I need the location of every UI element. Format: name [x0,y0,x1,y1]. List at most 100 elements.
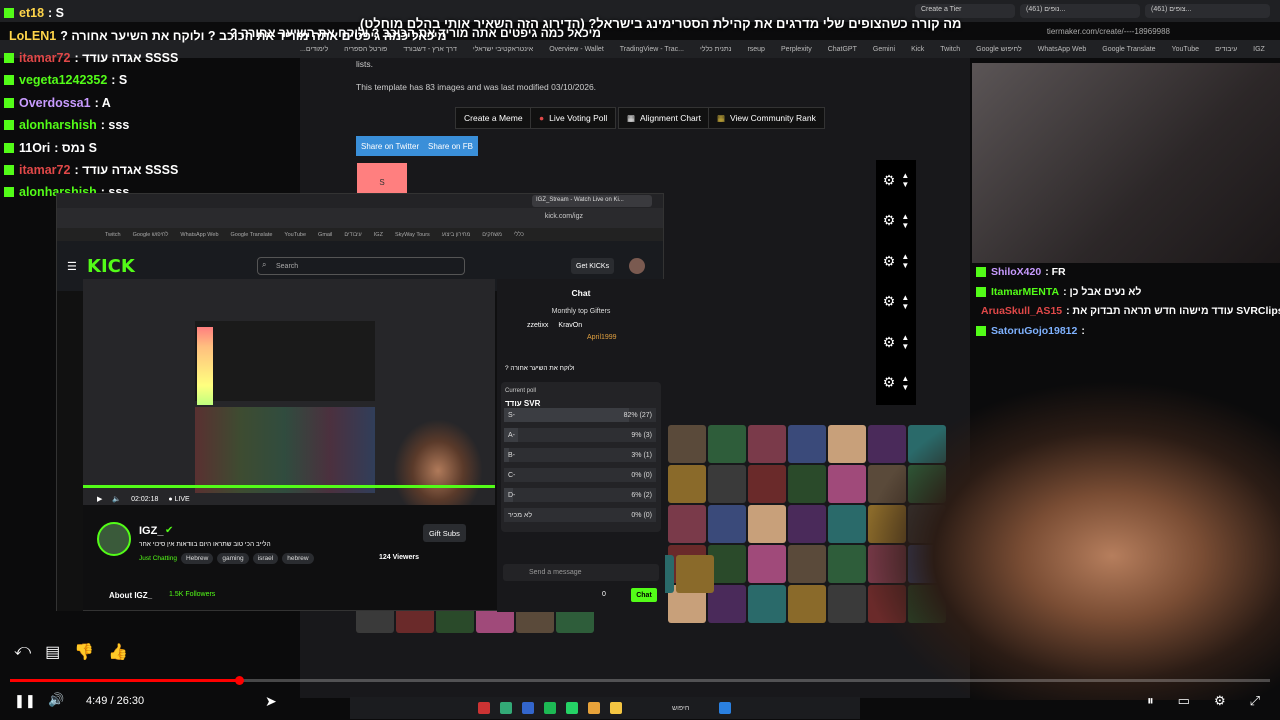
chat-username[interactable]: LoLEN1 [9,29,56,43]
bookmark-item[interactable]: מחירון ביצוע [442,232,471,238]
yt-scrubber[interactable] [235,676,245,685]
volume-icon[interactable]: 🔈 [112,495,121,503]
chevron-down-icon[interactable]: ▼ [901,221,909,230]
tier-image-thumb[interactable] [748,545,786,583]
chat-username[interactable]: AruaSkull_AS15 [981,305,1062,317]
tier-image-thumb[interactable] [708,425,746,463]
chat-username[interactable]: 11Ori [19,141,50,155]
bookmark-item[interactable]: עיבודים [1215,46,1237,53]
bookmark-item[interactable]: TradingView - Trac... [620,46,684,53]
tag-chip[interactable]: gaming [217,553,249,564]
bookmark-item[interactable]: Overview - Wallet [549,46,604,53]
tier-image-thumb[interactable] [748,465,786,503]
like-icon[interactable]: 👍 [108,642,128,662]
chat-send-button[interactable]: Chat [631,588,657,602]
tier-image-thumb[interactable] [668,425,706,463]
kick-url[interactable]: kick.com/igz [545,213,583,220]
create-meme-button[interactable]: Create a Meme [455,107,532,129]
bookmark-item[interactable]: Kick [911,46,924,53]
bookmark-item[interactable]: נתנית כללי [700,46,731,53]
gear-icon[interactable]: ⚙ [883,212,896,229]
bookmark-item[interactable]: SkyWay Tours [395,232,430,238]
bookmark-item[interactable]: עיבודים [344,232,361,238]
category-link[interactable]: Just Chatting [139,555,177,562]
address-bar-url[interactable]: tiermaker.com/create/----18969988 [1047,27,1170,36]
kick-logo[interactable]: KICK [87,256,135,277]
kick-search-input[interactable]: Search [257,257,465,275]
bookmark-item[interactable]: Google לחיפוש [133,232,169,238]
tier-image-thumb[interactable] [788,545,826,583]
bookmark-item[interactable]: Twitch [940,46,960,53]
windows-start-icon[interactable] [719,702,732,714]
fullscreen-icon[interactable]: ⤢ [1250,693,1260,709]
chevron-up-icon[interactable]: ▲ [901,333,909,342]
chat-message-input[interactable]: Send a message [503,564,659,581]
streamer-avatar[interactable] [97,522,131,556]
bookmark-item[interactable]: YouTube [1172,46,1200,53]
gifter-name[interactable]: April1999 [587,334,617,341]
poll-option[interactable]: לא מכיר 0% (0) [504,508,656,522]
tier-image-thumb[interactable] [668,505,706,543]
tag-chip[interactable]: israel [252,553,279,564]
comments-icon[interactable]: ▤ [45,642,60,662]
bookmark-item[interactable]: YouTube [284,232,306,238]
chevron-up-icon[interactable]: ▲ [901,252,909,261]
bookmark-item[interactable]: ...לימודים [300,46,328,53]
bookmark-item[interactable]: Google Translate [231,232,273,238]
app-icon[interactable] [522,702,534,714]
taskbar-search[interactable]: חיפוש [672,705,689,712]
chat-username[interactable]: SatoruGojo19812 [991,325,1077,337]
tier-image-thumb[interactable] [668,465,706,503]
tier-image-thumb[interactable] [708,505,746,543]
kick-tab[interactable]: IGZ_Stream - Watch Live on Ki... [532,195,652,207]
gift-subs-button[interactable]: Gift Subs [423,524,466,542]
bookmark-item[interactable]: IGZ [1253,46,1265,53]
chat-username[interactable]: itamar72 [19,51,70,65]
chevron-down-icon[interactable]: ▼ [901,180,909,189]
tier-image-thumb[interactable] [708,465,746,503]
chat-username[interactable]: et18 [19,6,44,20]
bookmark-item[interactable]: אינטראקטיבי ישראלי [473,46,533,53]
gear-icon[interactable]: ⚙ [883,253,896,270]
tier-image-thumb[interactable] [676,555,714,593]
chat-username[interactable]: ItamarMENTA [991,286,1059,298]
folder-icon[interactable] [610,702,622,714]
bookmark-item[interactable]: פורטל הספריה [344,46,387,53]
poll-option[interactable]: B- 3% (1) [504,448,656,462]
bookmark-item[interactable]: כללי [514,232,524,238]
captions-icon[interactable]: ▭ [1178,693,1190,709]
chrome-icon[interactable] [588,702,600,714]
settings-icon[interactable]: ⚙ [1214,693,1226,709]
poll-option[interactable]: S- 82% (27) [504,408,656,422]
gear-icon[interactable]: ⚙ [883,334,896,351]
poll-option[interactable]: C- 0% (0) [504,468,656,482]
tier-image-thumb[interactable] [788,425,826,463]
avatar[interactable] [629,258,645,274]
spotify-icon[interactable] [544,702,556,714]
chat-username[interactable]: itamar72 [19,163,70,177]
poll-option[interactable]: D- 6% (2) [504,488,656,502]
live-voting-poll-button[interactable]: ● Live Voting Poll [530,107,617,129]
bookmark-item[interactable]: Twitch [105,232,121,238]
app-icon[interactable] [478,702,490,714]
kick-video-player[interactable] [83,279,495,505]
chat-username[interactable]: vegeta1242352 [19,73,107,87]
bookmark-item[interactable]: WhatsApp Web [180,232,218,238]
bookmark-item[interactable]: Gemini [873,46,895,53]
bookmark-item[interactable]: rseup [747,46,765,53]
video-progress[interactable] [83,485,495,488]
dislike-icon[interactable]: 👎 [74,642,94,662]
get-kicks-button[interactable]: Get KICKs [571,258,615,274]
tier-image-thumb[interactable] [748,425,786,463]
poll-option[interactable]: A- 9% (3) [504,428,656,442]
community-rank-button[interactable]: ▦ View Community Rank [708,107,825,129]
share-twitter-button[interactable]: Share on Twitter [356,136,425,156]
gifter-name[interactable]: zzetixx [527,322,548,329]
volume-icon[interactable]: 🔊 [48,692,64,708]
chat-username[interactable]: ShiloX420 [991,266,1041,278]
chevron-up-icon[interactable]: ▲ [901,293,909,302]
tier-image-thumb[interactable] [788,505,826,543]
bookmark-item[interactable]: Perplexity [781,46,812,53]
bookmark-item[interactable]: Gmail [318,232,332,238]
chevron-down-icon[interactable]: ▼ [901,261,909,270]
